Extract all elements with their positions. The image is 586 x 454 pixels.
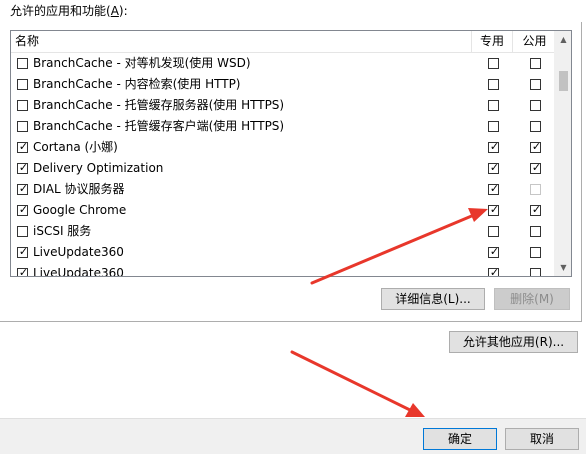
- scroll-thumb[interactable]: [559, 71, 568, 91]
- allowed-apps-label-text: 允许的应用和功能(: [10, 4, 111, 18]
- column-header-public[interactable]: 公用: [512, 31, 556, 52]
- private-network-checkbox[interactable]: [488, 121, 499, 132]
- list-item[interactable]: BranchCache - 托管缓存客户端(使用 HTTPS): [11, 116, 556, 137]
- column-header-private[interactable]: 专用: [471, 31, 512, 52]
- check-icon: ✓: [531, 161, 542, 174]
- list-item[interactable]: ✓ LiveUpdate360 ✓: [11, 263, 556, 277]
- app-enabled-checkbox[interactable]: [17, 226, 28, 237]
- app-name-label: Google Chrome: [33, 203, 127, 217]
- details-button[interactable]: 详细信息(L)...: [381, 288, 485, 310]
- app-enabled-checkbox[interactable]: ✓: [17, 245, 29, 258]
- app-name-label: LiveUpdate360: [33, 245, 124, 259]
- allowed-apps-list[interactable]: 名称 专用 公用 BranchCache - 对等机发现(使用 WSD) Bran…: [10, 30, 572, 277]
- ok-button[interactable]: 确定: [423, 428, 497, 450]
- app-name-label: BranchCache - 对等机发现(使用 WSD): [33, 56, 251, 70]
- app-name-label: Delivery Optimization: [33, 161, 164, 175]
- public-network-checkbox[interactable]: [530, 247, 541, 258]
- check-icon: ✓: [489, 140, 500, 153]
- list-header: 名称 专用 公用: [11, 31, 556, 53]
- private-network-checkbox[interactable]: ✓: [488, 161, 500, 174]
- app-enabled-checkbox[interactable]: ✓: [17, 161, 29, 174]
- app-name-label: DIAL 协议服务器: [33, 182, 125, 196]
- public-network-checkbox[interactable]: [530, 100, 541, 111]
- check-icon: ✓: [18, 140, 29, 153]
- app-name-label: BranchCache - 托管缓存服务器(使用 HTTPS): [33, 98, 285, 112]
- check-icon: ✓: [489, 182, 500, 195]
- private-network-checkbox[interactable]: ✓: [488, 203, 500, 216]
- private-network-checkbox[interactable]: ✓: [488, 140, 500, 153]
- private-network-checkbox[interactable]: ✓: [488, 245, 500, 258]
- app-enabled-checkbox[interactable]: ✓: [17, 140, 29, 153]
- allowed-apps-label: 允许的应用和功能(A):: [10, 2, 128, 19]
- check-icon: ✓: [18, 203, 29, 216]
- public-network-checkbox[interactable]: ✓: [530, 203, 542, 216]
- app-name-label: Cortana (小娜): [33, 140, 118, 154]
- app-name-label: LiveUpdate360: [33, 266, 124, 277]
- list-item[interactable]: ✓ DIAL 协议服务器 ✓: [11, 179, 556, 200]
- firewall-allowed-apps-dialog: 允许的应用和功能(A): 名称 专用 公用 BranchCache - 对等机发…: [0, 0, 586, 454]
- check-icon: ✓: [18, 266, 29, 277]
- app-enabled-checkbox[interactable]: [17, 100, 28, 111]
- private-network-checkbox[interactable]: ✓: [488, 182, 500, 195]
- private-network-checkbox[interactable]: [488, 79, 499, 90]
- app-enabled-checkbox[interactable]: ✓: [17, 203, 29, 216]
- app-enabled-checkbox[interactable]: [17, 58, 28, 69]
- dialog-footer: [0, 418, 586, 454]
- list-item[interactable]: iSCSI 服务: [11, 221, 556, 242]
- list-item[interactable]: ✓ Cortana (小娜) ✓ ✓: [11, 137, 556, 158]
- annotation-arrow-to-ok: [290, 350, 425, 417]
- app-enabled-checkbox[interactable]: [17, 121, 28, 132]
- allow-other-app-button[interactable]: 允许其他应用(R)...: [449, 331, 578, 353]
- private-network-checkbox[interactable]: ✓: [488, 266, 500, 277]
- public-network-checkbox[interactable]: ✓: [530, 140, 542, 153]
- app-name-label: BranchCache - 内容检索(使用 HTTP): [33, 77, 241, 91]
- scroll-down-icon[interactable]: ▼: [555, 259, 571, 276]
- list-item[interactable]: BranchCache - 内容检索(使用 HTTP): [11, 74, 556, 95]
- public-network-checkbox[interactable]: [530, 268, 541, 276]
- app-enabled-checkbox[interactable]: ✓: [17, 182, 29, 195]
- public-network-checkbox[interactable]: [530, 58, 541, 69]
- private-network-checkbox[interactable]: [488, 58, 499, 69]
- list-item[interactable]: ✓ Google Chrome ✓ ✓: [11, 200, 556, 221]
- check-icon: ✓: [18, 182, 29, 195]
- allowed-apps-label-hotkey: A: [110, 4, 119, 18]
- public-network-checkbox[interactable]: [530, 79, 541, 90]
- list-item[interactable]: ✓ LiveUpdate360 ✓: [11, 242, 556, 263]
- private-network-checkbox[interactable]: [488, 100, 499, 111]
- list-item[interactable]: BranchCache - 托管缓存服务器(使用 HTTPS): [11, 95, 556, 116]
- list-item[interactable]: ✓ Delivery Optimization ✓ ✓: [11, 158, 556, 179]
- scroll-up-icon[interactable]: ▲: [555, 31, 571, 48]
- public-network-checkbox[interactable]: [530, 184, 541, 195]
- list-rows: BranchCache - 对等机发现(使用 WSD) BranchCache -…: [11, 53, 556, 277]
- check-icon: ✓: [531, 140, 542, 153]
- check-icon: ✓: [489, 245, 500, 258]
- check-icon: ✓: [18, 161, 29, 174]
- column-header-name[interactable]: 名称: [11, 31, 471, 52]
- app-enabled-checkbox[interactable]: ✓: [17, 266, 29, 277]
- check-icon: ✓: [531, 203, 542, 216]
- app-name-label: iSCSI 服务: [33, 224, 92, 238]
- app-enabled-checkbox[interactable]: [17, 79, 28, 90]
- allowed-apps-label-suffix: ):: [118, 4, 128, 18]
- private-network-checkbox[interactable]: [488, 226, 499, 237]
- cancel-button[interactable]: 取消: [505, 428, 579, 450]
- app-name-label: BranchCache - 托管缓存客户端(使用 HTTPS): [33, 119, 285, 133]
- remove-button[interactable]: 删除(M): [494, 288, 570, 310]
- check-icon: ✓: [489, 266, 500, 277]
- public-network-checkbox[interactable]: ✓: [530, 161, 542, 174]
- public-network-checkbox[interactable]: [530, 121, 541, 132]
- check-icon: ✓: [489, 203, 500, 216]
- check-icon: ✓: [18, 245, 29, 258]
- list-item[interactable]: BranchCache - 对等机发现(使用 WSD): [11, 53, 556, 74]
- check-icon: ✓: [489, 161, 500, 174]
- public-network-checkbox[interactable]: [530, 226, 541, 237]
- vertical-scrollbar[interactable]: ▲ ▼: [554, 31, 571, 276]
